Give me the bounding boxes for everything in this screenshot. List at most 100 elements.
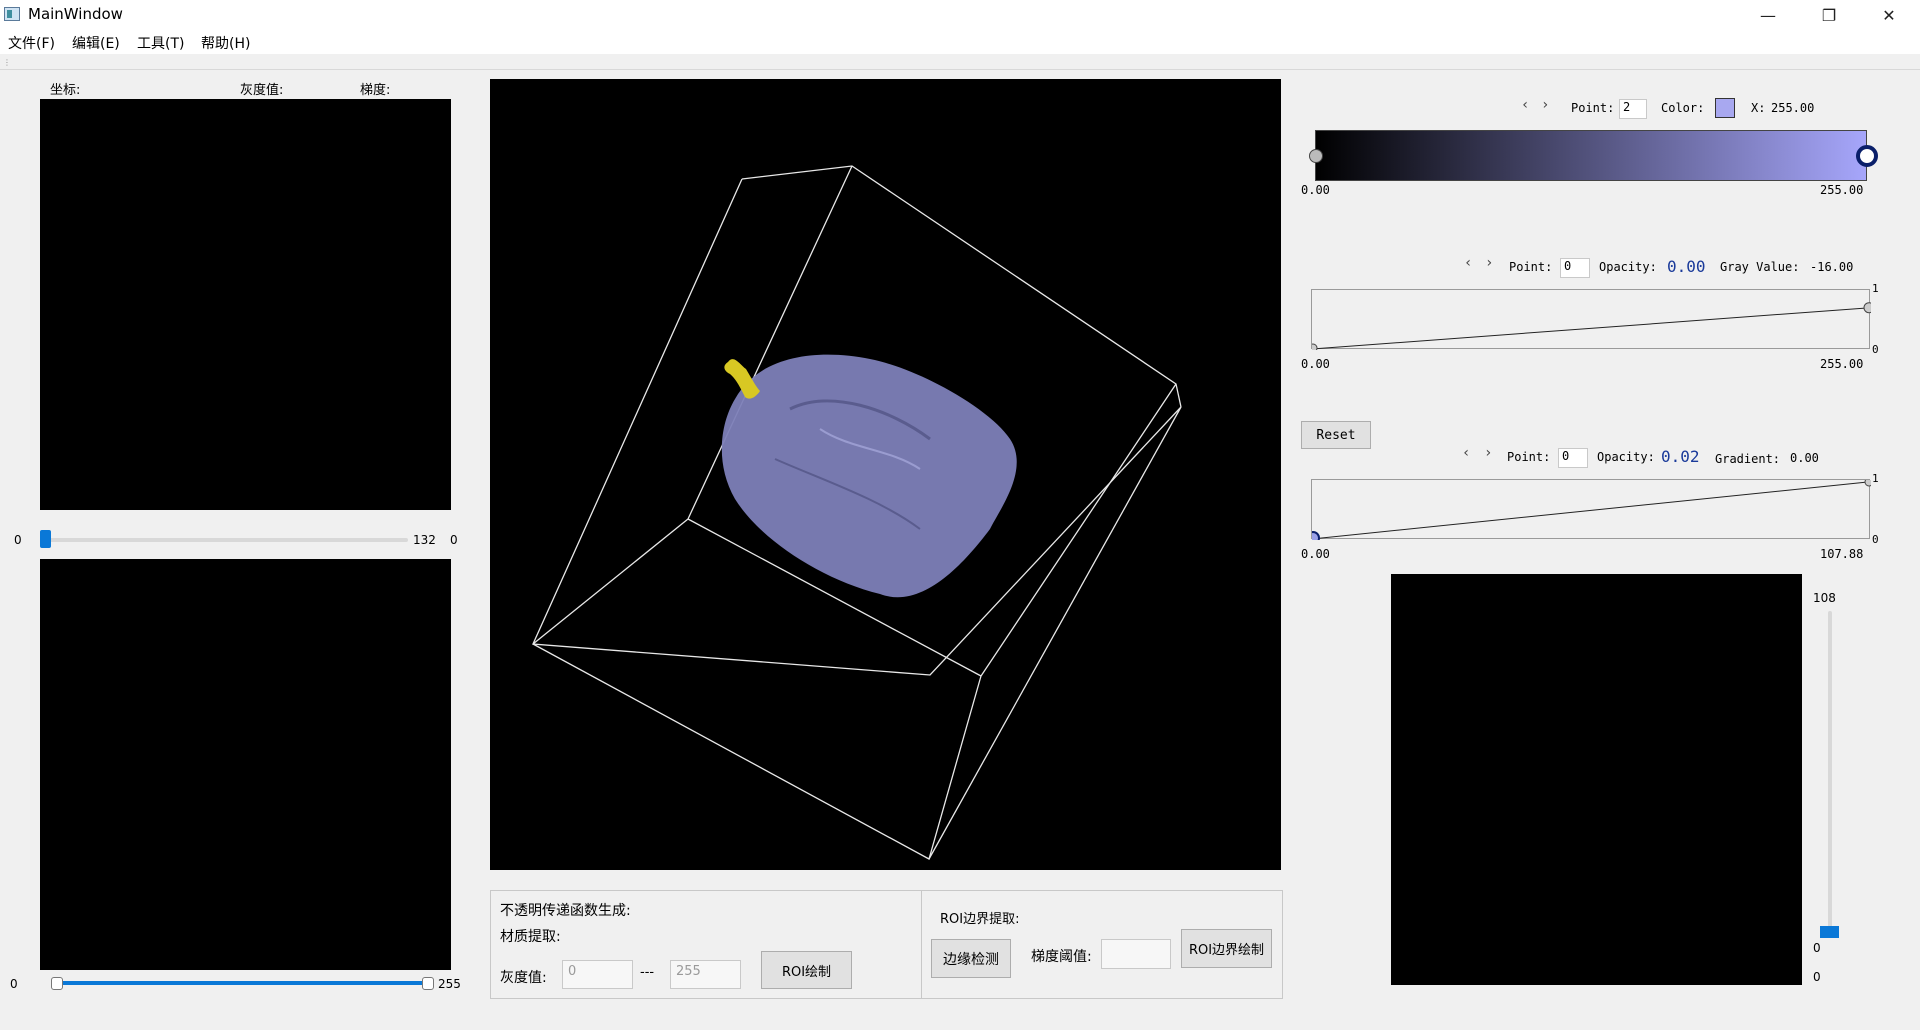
gray-range-separator: --- <box>640 965 655 980</box>
color-point-start[interactable] <box>1309 149 1323 163</box>
gradient-threshold-label: 梯度阈值: <box>1031 949 1092 965</box>
coord-label: 坐标: <box>50 83 81 98</box>
window-title: MainWindow <box>28 5 123 23</box>
grad-opacity-max-label: 107.88 <box>1820 547 1864 561</box>
gray-opacity-point-end[interactable] <box>1863 302 1875 314</box>
grad-opacity-point-label: Point: <box>1507 450 1551 464</box>
range-slider-max: 255 <box>438 977 461 991</box>
gray-opacity-y-bottom: 0 <box>1872 343 1879 356</box>
range-slider-min: 0 <box>10 977 18 991</box>
title-bar <box>0 0 1920 30</box>
gray-opacity-y-top: 1 <box>1872 282 1879 295</box>
gray-opacity-next-button[interactable]: › <box>1485 255 1493 271</box>
gradient-label-tf: Gradient: <box>1715 452 1781 466</box>
menu-edit[interactable]: 编辑(E) <box>72 33 120 53</box>
grad-opacity-y-top: 1 <box>1872 472 1879 485</box>
histogram-slider-track[interactable] <box>1828 611 1832 933</box>
material-extract-label: 材质提取: <box>500 929 561 945</box>
slice-slider-value: 132 <box>413 533 436 547</box>
grad-opacity-tf-plot <box>1306 477 1874 545</box>
maximize-button[interactable]: ❐ <box>1805 0 1853 30</box>
color-label: Color: <box>1661 101 1705 115</box>
menu-bar: 文件(F) 编辑(E) 工具(T) 帮助(H) <box>0 30 1920 54</box>
slice-slider-handle[interactable] <box>40 530 51 548</box>
close-button[interactable]: ✕ <box>1865 0 1913 30</box>
gray-high-input[interactable]: 255 <box>670 960 741 989</box>
close-icon: ✕ <box>1882 5 1896 25</box>
color-max-label: 255.00 <box>1820 183 1864 197</box>
menu-help[interactable]: 帮助(H) <box>201 33 250 53</box>
gray-opacity-max-label: 255.00 <box>1820 357 1864 371</box>
gray-value-label: 灰度值: <box>240 83 284 98</box>
grad-opacity-point-spinbox[interactable]: 0 <box>1558 448 1588 468</box>
grad-opacity-next-button[interactable]: › <box>1484 445 1492 461</box>
menu-file[interactable]: 文件(F) <box>8 33 55 53</box>
color-point-spinbox[interactable]: 2 <box>1619 99 1647 119</box>
gray-value-readout: -16.00 <box>1810 260 1854 274</box>
color-transfer-gradient[interactable] <box>1315 130 1867 181</box>
color-point-end[interactable] <box>1856 145 1878 167</box>
grad-opacity-point-start[interactable] <box>1306 531 1320 545</box>
color-x-label: X: <box>1751 101 1766 115</box>
gray-range-label: 灰度值: <box>500 970 547 986</box>
histogram-slider-top: 108 <box>1813 591 1836 605</box>
color-x-value: 255.00 <box>1771 101 1815 115</box>
roi-boundary-draw-button[interactable]: ROI边界绘制 <box>1181 929 1272 968</box>
gradient-threshold-input[interactable] <box>1101 939 1171 969</box>
toolbar-area <box>0 56 1920 70</box>
grad-opacity-prev-button[interactable]: ‹ <box>1462 445 1470 461</box>
color-min-label: 0.00 <box>1301 183 1330 197</box>
maximize-icon: ❐ <box>1821 5 1837 25</box>
menu-tools[interactable]: 工具(T) <box>137 33 184 53</box>
grad-opacity-y-bottom: 0 <box>1872 533 1879 546</box>
gray-opacity-point-spinbox[interactable]: 0 <box>1560 258 1590 278</box>
slice-slider-min: 0 <box>14 533 22 547</box>
gray-opacity-min-label: 0.00 <box>1301 357 1330 371</box>
gray-opacity-value: 0.00 <box>1667 257 1706 276</box>
grad-opacity-value: 0.02 <box>1661 447 1700 466</box>
range-slider-high-handle[interactable] <box>422 977 434 990</box>
grad-opacity-tf-canvas[interactable] <box>1306 477 1874 545</box>
edge-detect-button[interactable]: 边缘检测 <box>931 939 1011 978</box>
gray-opacity-prev-button[interactable]: ‹ <box>1464 255 1472 271</box>
color-point-label: Point: <box>1571 101 1615 115</box>
slice-view-bottom[interactable] <box>40 559 451 970</box>
histogram-view[interactable] <box>1391 574 1802 985</box>
gray-opacity-tf-canvas[interactable] <box>1308 289 1875 353</box>
color-next-point-button[interactable]: › <box>1541 97 1549 113</box>
gradient-label: 梯度: <box>360 83 391 98</box>
reset-button[interactable]: Reset <box>1301 421 1371 449</box>
grad-opacity-point-end[interactable] <box>1864 477 1874 487</box>
volume-render-canvas <box>532 165 1182 860</box>
histogram-slider-value: 0 <box>1813 941 1821 955</box>
roi-draw-button[interactable]: ROI绘制 <box>761 951 852 989</box>
range-slider-low-handle[interactable] <box>51 977 63 990</box>
minimize-icon: — <box>1760 5 1776 25</box>
roi-boundary-title: ROI边界提取: <box>940 912 1020 927</box>
gray-opacity-point-label: Point: <box>1509 260 1553 274</box>
gray-opacity-point-start[interactable] <box>1308 343 1318 353</box>
color-swatch[interactable] <box>1715 98 1735 118</box>
volume-render-view[interactable] <box>490 79 1281 870</box>
range-slider-fill[interactable] <box>56 981 428 985</box>
gradient-readout: 0.00 <box>1790 451 1819 465</box>
color-prev-point-button[interactable]: ‹ <box>1521 97 1529 113</box>
gray-opacity-curve <box>1311 307 1871 350</box>
toolbar-grip[interactable]: ⋮ <box>3 58 11 67</box>
slice-slider-right: 0 <box>450 533 458 547</box>
histogram-slider-handle[interactable] <box>1820 926 1839 938</box>
gray-opacity-label: Opacity: <box>1599 260 1657 274</box>
app-icon <box>4 7 20 21</box>
slice-view-top[interactable] <box>40 99 451 510</box>
slice-slider-track[interactable] <box>42 538 408 542</box>
gray-opacity-tf-plot <box>1308 302 1875 353</box>
opacity-tf-title: 不透明传递函数生成: <box>500 903 631 919</box>
bounding-box-edge <box>532 643 982 860</box>
histogram-slider-bottom: 0 <box>1813 970 1821 984</box>
minimize-button[interactable]: — <box>1744 0 1792 30</box>
gray-value-label-tf: Gray Value: <box>1720 260 1800 274</box>
grad-opacity-curve <box>1311 481 1871 540</box>
grad-opacity-label: Opacity: <box>1597 450 1655 464</box>
bounding-box-edge <box>980 383 1177 677</box>
gray-low-input[interactable]: 0 <box>562 960 633 989</box>
